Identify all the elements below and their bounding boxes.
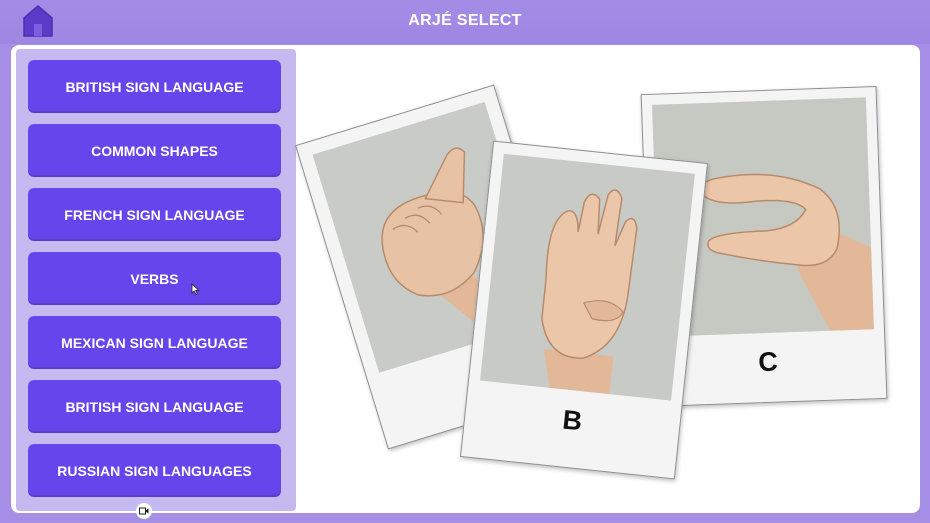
menu-item-label: BRITISH SIGN LANGUAGE bbox=[65, 78, 244, 95]
app-title: ARJÉ SELECT bbox=[408, 12, 522, 29]
menu-item-french-sign-language[interactable]: FRENCH SIGN LANGUAGE bbox=[28, 188, 281, 241]
video-camera-glyph bbox=[139, 507, 149, 515]
menu-item-british-sign-language-2[interactable]: BRITISH SIGN LANGUAGE bbox=[28, 380, 281, 433]
menu-item-russian-sign-languages[interactable]: RUSSIAN SIGN LANGUAGES bbox=[28, 444, 281, 497]
menu-item-common-shapes[interactable]: COMMON SHAPES bbox=[28, 124, 281, 177]
menu-item-label: FRENCH SIGN LANGUAGE bbox=[64, 206, 245, 223]
sign-photo-b bbox=[480, 153, 695, 401]
mouse-cursor-icon bbox=[191, 283, 200, 295]
open-palm-hand-image bbox=[480, 153, 695, 401]
menu-item-mexican-sign-language[interactable]: MEXICAN SIGN LANGUAGE bbox=[28, 316, 281, 369]
menu-item-verbs[interactable]: VERBS bbox=[28, 252, 281, 305]
menu-item-label: VERBS bbox=[130, 270, 179, 287]
menu-item-british-sign-language[interactable]: BRITISH SIGN LANGUAGE bbox=[28, 60, 281, 113]
top-bar: ARJÉ SELECT bbox=[0, 0, 930, 44]
card-label-b: B bbox=[561, 404, 584, 437]
menu-item-label: BRITISH SIGN LANGUAGE bbox=[65, 398, 244, 415]
menu-item-label: MEXICAN SIGN LANGUAGE bbox=[61, 334, 248, 351]
video-camera-icon[interactable] bbox=[136, 503, 152, 519]
menu-item-label: COMMON SHAPES bbox=[91, 142, 218, 159]
sign-card-b[interactable]: B bbox=[459, 140, 709, 480]
menu-item-label: RUSSIAN SIGN LANGUAGES bbox=[57, 462, 252, 479]
